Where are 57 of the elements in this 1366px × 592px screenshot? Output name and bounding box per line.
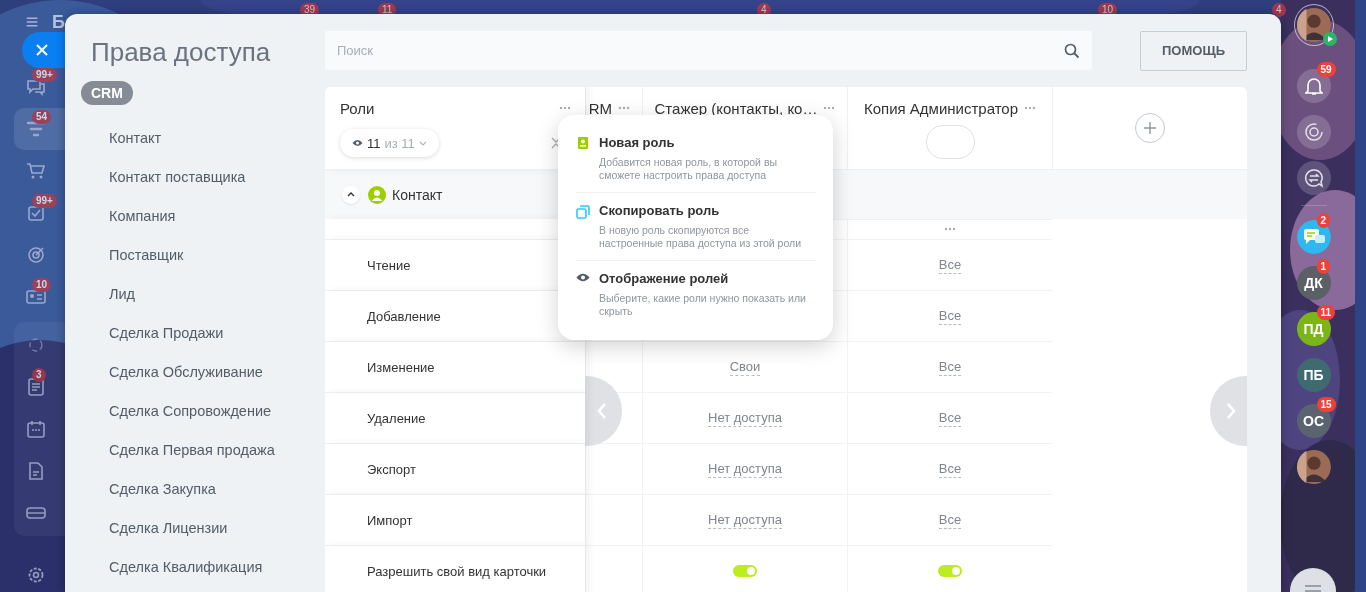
sidebar-item[interactable]: Лид: [109, 275, 325, 314]
nav-item[interactable]: 99+: [14, 192, 65, 234]
sidebar-item[interactable]: Компания: [109, 197, 325, 236]
permission-label: Удаление: [367, 410, 426, 426]
menu-item[interactable]: Отображение ролей Выберите, какие роли нужно показать или скрыть: [576, 260, 816, 328]
search-field[interactable]: Поиск: [325, 31, 1092, 70]
nav-item[interactable]: 3: [14, 366, 65, 408]
sidebar-item[interactable]: Сделка Закупка: [109, 470, 325, 509]
count-badge: 99+: [32, 68, 57, 82]
nav-item[interactable]: 99+: [14, 66, 65, 108]
column-header: Роли: [340, 99, 375, 117]
sidebar-item[interactable]: Сделка Квалификация: [109, 548, 325, 587]
menu-item[interactable]: Новая роль Добавится новая роль, в которой вы сможете настроить права доступа: [576, 125, 816, 192]
group-tag: CRM: [81, 81, 133, 105]
access-value[interactable]: Свои: [729, 358, 761, 376]
permission-label: Добавление: [367, 308, 441, 324]
permission-label: Разрешить свой вид карточки: [367, 563, 547, 579]
sidebar-item[interactable]: Сделка Продажи: [109, 314, 325, 353]
access-value[interactable]: Нет доступа: [708, 511, 782, 529]
access-value[interactable]: Все: [938, 511, 962, 529]
sidebar-item[interactable]: Сделка Сопровождение: [109, 392, 325, 431]
access-value[interactable]: Все: [938, 256, 962, 274]
menu-item-description: В новую роль скопируются все настроенные права доступа из этой роли: [599, 224, 802, 250]
menu-item-title: Скопировать роль: [599, 203, 721, 219]
column-header: RM: [588, 99, 612, 117]
sidebar-item[interactable]: Контакт поставщика: [109, 158, 325, 197]
panel-title: Права доступа: [91, 36, 272, 68]
logo-text: Б: [52, 11, 65, 33]
sidebar-item[interactable]: Сделка Обслуживание: [109, 353, 325, 392]
help-button[interactable]: ПОМОЩЬ: [1140, 30, 1247, 71]
access-value[interactable]: Все: [938, 307, 962, 325]
roles-filter[interactable]: 11 из 11: [340, 129, 439, 157]
nav-item[interactable]: 10: [14, 276, 65, 318]
section-title: Контакт: [392, 186, 443, 203]
sidebar-item[interactable]: Сделка Первая продажа: [109, 431, 325, 470]
menu-item-description: Выберите, какие роли нужно показать или скрыть: [599, 292, 807, 318]
access-value[interactable]: Все: [938, 460, 962, 478]
menu-item-description: Добавится новая роль, в которой вы сможете настроить права доступа: [599, 156, 779, 182]
access-value[interactable]: Все: [938, 409, 962, 427]
menu-item[interactable]: Скопировать роль В новую роль скопируются все настроенные права доступа из этой роли: [576, 192, 816, 260]
access-value[interactable]: Нет доступа: [708, 460, 782, 478]
permission-label: Импорт: [367, 512, 413, 528]
menu-item-title: Новая роль: [599, 135, 676, 151]
access-value[interactable]: Все: [938, 358, 962, 376]
permission-label: Чтение: [367, 257, 411, 273]
column-header: Копия Администратор: [863, 99, 1019, 117]
total-count: из 11: [384, 135, 415, 151]
count-badge: 99+: [32, 194, 57, 208]
sidebar-item[interactable]: Контакт: [109, 119, 325, 158]
permission-label: Изменение: [367, 359, 435, 375]
column-header: Стажер (контакты, ко…: [654, 99, 818, 117]
menu-item-title: Отображение ролей: [599, 271, 730, 287]
sidebar-item[interactable]: Сделка Лицензии: [109, 509, 325, 548]
access-value[interactable]: Нет доступа: [708, 409, 782, 427]
sidebar-item[interactable]: Поставщик: [109, 236, 325, 275]
shown-count: 11: [367, 135, 381, 151]
permission-label: Экспорт: [367, 461, 416, 477]
